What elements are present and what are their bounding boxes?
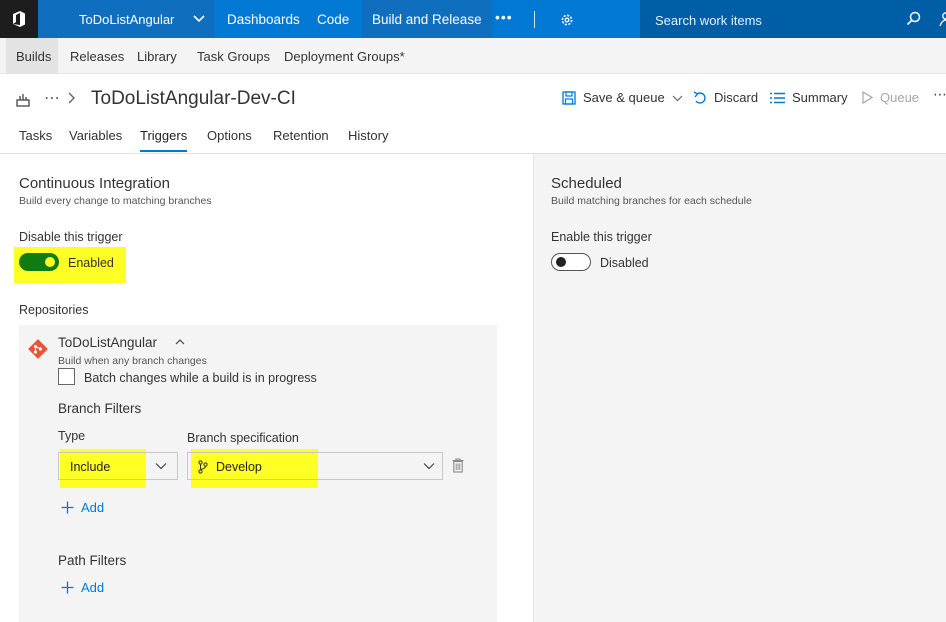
- git-icon: [28, 339, 48, 359]
- hub-navigation: Builds Releases Library Task Groups Depl…: [0, 38, 946, 74]
- branch-spec-value: Develop: [216, 460, 262, 474]
- add-path-filter-button[interactable]: Add: [61, 580, 104, 595]
- summary-button[interactable]: Summary: [770, 90, 848, 105]
- chevron-down-icon: [193, 15, 205, 23]
- branch-spec-label: Branch specification: [187, 431, 299, 445]
- discard-label: Discard: [714, 90, 759, 105]
- queue-button[interactable]: Queue: [862, 90, 919, 105]
- tab-variables[interactable]: Variables: [69, 128, 122, 143]
- active-tab-indicator: [140, 150, 187, 152]
- undo-icon: [693, 90, 706, 104]
- nav-dashboards[interactable]: Dashboards: [227, 12, 300, 27]
- save-icon: [562, 90, 576, 105]
- chevron-up-icon[interactable]: [175, 338, 185, 346]
- project-name: ToDoListAngular: [79, 12, 175, 27]
- search-box[interactable]: Search work items: [640, 0, 946, 38]
- nav-divider: [534, 11, 535, 28]
- list-icon: [770, 92, 785, 103]
- discard-button[interactable]: Discard: [693, 90, 758, 105]
- scheduled-subtitle: Build matching branches for each schedul…: [551, 195, 752, 207]
- chevron-down-icon: [155, 463, 167, 470]
- add-branch-filter-button[interactable]: Add: [61, 500, 104, 515]
- branch-filters-label: Branch Filters: [58, 401, 142, 416]
- hub-builds[interactable]: Builds: [16, 49, 51, 64]
- add-branch-filter-label: Add: [81, 500, 105, 515]
- nav-build-and-release[interactable]: Build and Release: [362, 0, 492, 38]
- add-path-filter-label: Add: [81, 580, 105, 595]
- tab-options[interactable]: Options: [207, 128, 252, 143]
- delete-icon[interactable]: [452, 458, 464, 473]
- disable-trigger-label: Disable this trigger: [19, 230, 123, 244]
- nav-code[interactable]: Code: [317, 12, 349, 27]
- ci-toggle-state: Enabled: [68, 256, 114, 270]
- search-icon[interactable]: [906, 11, 921, 26]
- repositories-label: Repositories: [19, 303, 89, 317]
- top-navigation-bar: ToDoListAngular Dashboards Code Build an…: [0, 0, 946, 38]
- toggle-knob: [556, 257, 566, 267]
- more-nav-icon[interactable]: •••: [495, 9, 513, 25]
- hub-deployment-groups[interactable]: Deployment Groups*: [284, 49, 405, 64]
- ci-subtitle: Build every change to matching branches: [19, 195, 212, 207]
- toggle-knob: [45, 257, 55, 267]
- scheduled-toggle[interactable]: [551, 253, 591, 271]
- repository-name[interactable]: ToDoListAngular: [58, 335, 157, 350]
- filter-type-value: Include: [70, 460, 111, 474]
- repository-subtitle: Build when any branch changes: [58, 355, 207, 367]
- scheduled-toggle-state: Disabled: [600, 256, 649, 270]
- ci-title: Continuous Integration: [19, 175, 170, 192]
- chevron-right-icon: [68, 92, 75, 104]
- pipeline-title[interactable]: ToDoListAngular-Dev-CI: [91, 88, 296, 110]
- summary-label: Summary: [792, 90, 848, 105]
- branch-icon: [198, 460, 208, 474]
- type-label: Type: [58, 429, 86, 443]
- tab-triggers[interactable]: Triggers: [140, 128, 187, 143]
- build-pipeline-icon: [16, 94, 30, 107]
- scheduled-title: Scheduled: [551, 175, 622, 192]
- chevron-down-icon: [423, 463, 435, 470]
- branch-spec-dropdown[interactable]: Develop: [187, 452, 443, 480]
- tab-retention[interactable]: Retention: [273, 128, 329, 143]
- ci-toggle[interactable]: [19, 253, 59, 271]
- path-filters-label: Path Filters: [58, 553, 127, 568]
- save-and-queue-button[interactable]: Save & queue: [562, 90, 683, 105]
- tab-tasks[interactable]: Tasks: [19, 128, 52, 143]
- scheduled-panel: [533, 154, 946, 622]
- breadcrumb-more-icon[interactable]: ⋯: [44, 88, 61, 108]
- hub-task-groups[interactable]: Task Groups: [197, 49, 270, 64]
- enable-trigger-label: Enable this trigger: [551, 230, 652, 244]
- queue-label: Queue: [880, 90, 920, 105]
- project-selector[interactable]: ToDoListAngular: [38, 0, 214, 38]
- user-icon[interactable]: [938, 11, 946, 26]
- play-icon: [862, 91, 873, 104]
- hub-releases[interactable]: Releases: [70, 49, 124, 64]
- vsts-logo-icon[interactable]: [0, 0, 38, 38]
- gear-icon[interactable]: [560, 13, 574, 27]
- more-actions-icon[interactable]: ⋯: [933, 86, 946, 103]
- hub-library[interactable]: Library: [137, 49, 177, 64]
- batch-changes-checkbox[interactable]: [58, 368, 75, 385]
- batch-changes-label: Batch changes while a build is in progre…: [84, 371, 317, 385]
- save-and-queue-label: Save & queue: [583, 90, 665, 105]
- search-placeholder: Search work items: [655, 13, 762, 28]
- chevron-down-icon[interactable]: [672, 94, 683, 102]
- tab-history[interactable]: History: [348, 128, 388, 143]
- filter-type-dropdown[interactable]: Include: [58, 452, 178, 480]
- plus-icon: [61, 581, 74, 594]
- plus-icon: [61, 501, 74, 514]
